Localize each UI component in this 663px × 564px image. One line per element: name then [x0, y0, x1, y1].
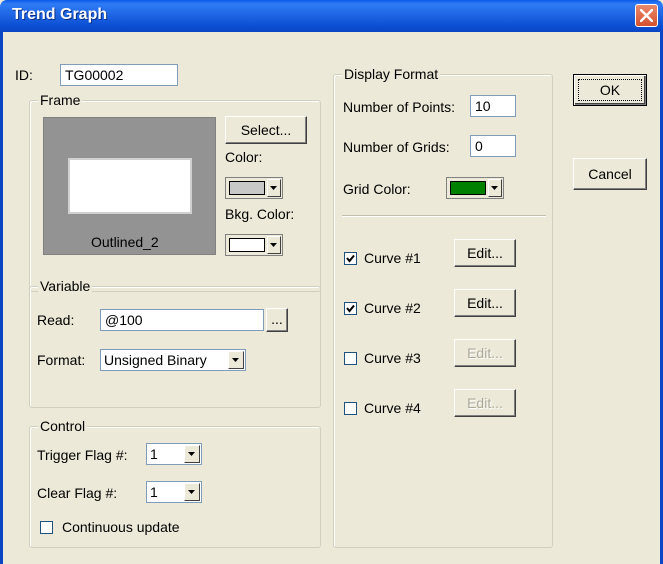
id-value: TG00002: [65, 67, 124, 83]
curve-1-edit-label: Edit...: [467, 245, 503, 261]
dialog-client: ID: TG00002 Frame Outlined_2 Select... C…: [0, 32, 663, 564]
chevron-down-icon: [270, 243, 277, 247]
bkg-color-picker[interactable]: [225, 234, 283, 256]
frame-color-picker[interactable]: [225, 177, 283, 199]
variable-legend: Variable: [38, 278, 93, 294]
browse-label: ...: [271, 311, 283, 327]
read-value: @100: [105, 312, 143, 328]
clear-flag-value: 1: [150, 484, 158, 500]
grid-color-label: Grid Color:: [343, 181, 411, 197]
color-label: Color:: [225, 149, 263, 165]
curve-4-checkbox[interactable]: [344, 402, 357, 415]
cancel-button[interactable]: Cancel: [573, 158, 647, 190]
curve-2-edit-label: Edit...: [467, 295, 503, 311]
curve-3-edit-button[interactable]: Edit...: [454, 339, 516, 367]
grids-value: 0: [475, 138, 483, 154]
chevron-down-icon: [188, 452, 195, 456]
clear-flag-dropdown-button[interactable]: [184, 483, 200, 501]
points-input[interactable]: 10: [470, 95, 516, 117]
curve-1-label: Curve #1: [364, 250, 421, 266]
display-separator: [342, 215, 546, 217]
bkg-color-swatch: [229, 238, 265, 252]
continuous-update-checkbox[interactable]: [40, 521, 53, 534]
checkmark-icon: [346, 304, 355, 313]
grid-color-dropdown[interactable]: [488, 179, 502, 197]
trigger-flag-dropdown-button[interactable]: [184, 445, 200, 463]
display-format-legend: Display Format: [342, 66, 441, 82]
close-button[interactable]: [635, 4, 658, 27]
read-label: Read:: [37, 312, 75, 328]
frame-preview-name: Outlined_2: [91, 234, 159, 250]
curve-4-edit-button[interactable]: Edit...: [454, 389, 516, 417]
curve-4-label: Curve #4: [364, 400, 421, 416]
close-icon: [640, 9, 653, 22]
points-value: 10: [475, 98, 491, 114]
select-frame-button[interactable]: Select...: [225, 116, 307, 144]
frame-preview-box: [68, 158, 192, 214]
trigger-flag-label: Trigger Flag #:: [37, 447, 128, 463]
bkg-color-label: Bkg. Color:: [225, 206, 295, 222]
clear-flag-select[interactable]: 1: [146, 481, 202, 503]
id-input[interactable]: TG00002: [60, 64, 178, 86]
format-value: Unsigned Binary: [104, 352, 207, 368]
frame-color-swatch: [229, 181, 265, 195]
curve-3-label: Curve #3: [364, 350, 421, 366]
title-bar: Trend Graph: [0, 0, 663, 32]
curve-2-label: Curve #2: [364, 300, 421, 316]
ok-button[interactable]: OK: [573, 74, 647, 106]
ok-focus-rect: [578, 79, 642, 101]
chevron-down-icon: [232, 358, 239, 362]
points-label: Number of Points:: [343, 99, 456, 115]
window-title: Trend Graph: [12, 6, 108, 23]
control-group: Control Trigger Flag #: 1 Clear Flag #: …: [29, 418, 321, 548]
read-browse-button[interactable]: ...: [266, 308, 288, 332]
display-format-group: Display Format Number of Points: 10 Numb…: [333, 66, 553, 548]
cancel-label: Cancel: [588, 166, 632, 182]
curve-2-edit-button[interactable]: Edit...: [454, 289, 516, 317]
frame-legend: Frame: [38, 92, 83, 108]
control-legend: Control: [38, 418, 88, 434]
curve-2-checkbox[interactable]: [344, 302, 357, 315]
curve-3-checkbox[interactable]: [344, 352, 357, 365]
variable-group: Variable Read: @100 ... Format: Unsigned…: [29, 278, 321, 408]
bkg-color-dropdown[interactable]: [267, 236, 281, 254]
frame-color-dropdown[interactable]: [267, 179, 281, 197]
grids-input[interactable]: 0: [470, 135, 516, 157]
curve-1-checkbox[interactable]: [344, 252, 357, 265]
curve-4-edit-label: Edit...: [467, 395, 503, 411]
chevron-down-icon: [188, 490, 195, 494]
grids-label: Number of Grids:: [343, 139, 450, 155]
chevron-down-icon: [491, 186, 498, 190]
chevron-down-icon: [270, 186, 277, 190]
continuous-update-label: Continuous update: [62, 519, 180, 535]
read-input[interactable]: @100: [100, 309, 264, 331]
trigger-flag-value: 1: [150, 446, 158, 462]
format-select[interactable]: Unsigned Binary: [100, 349, 246, 371]
id-label: ID:: [15, 67, 33, 83]
select-frame-label: Select...: [240, 122, 292, 138]
format-dropdown-button[interactable]: [228, 351, 244, 369]
trigger-flag-select[interactable]: 1: [146, 443, 202, 465]
grid-color-swatch: [450, 181, 486, 195]
frame-group: Frame Outlined_2 Select... Color: Bkg. C…: [29, 92, 321, 292]
grid-color-picker[interactable]: [446, 177, 504, 199]
format-label: Format:: [37, 352, 86, 368]
curve-3-edit-label: Edit...: [467, 345, 503, 361]
curve-1-edit-button[interactable]: Edit...: [454, 239, 516, 267]
frame-preview[interactable]: Outlined_2: [43, 117, 216, 255]
checkmark-icon: [346, 254, 355, 263]
clear-flag-label: Clear Flag #:: [37, 485, 118, 501]
